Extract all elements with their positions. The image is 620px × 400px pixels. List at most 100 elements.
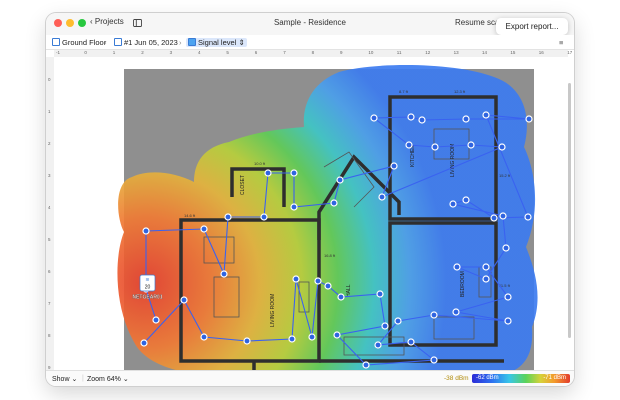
- scan-point[interactable]: [467, 141, 475, 149]
- ruler-tick-label: -1: [56, 50, 61, 55]
- scan-point[interactable]: [462, 115, 470, 123]
- scan-icon: [114, 38, 122, 46]
- ruler-tick-label: 7: [283, 50, 286, 55]
- scan-point[interactable]: [431, 143, 439, 151]
- scan-point[interactable]: [243, 337, 251, 345]
- ruler-tick-label: 3: [169, 50, 173, 55]
- scan-point[interactable]: [260, 213, 268, 221]
- ruler-tick-label: 11: [396, 50, 402, 55]
- show-menu-button[interactable]: Show ⌄: [52, 375, 77, 383]
- scan-point[interactable]: [374, 341, 382, 349]
- breadcrumb-floor[interactable]: Ground Floor: [52, 38, 106, 47]
- scan-point[interactable]: [381, 322, 389, 330]
- scan-point[interactable]: [324, 282, 332, 290]
- ruler-tick-label: 0: [84, 50, 87, 55]
- scan-point[interactable]: [152, 316, 160, 324]
- scan-point[interactable]: [333, 331, 341, 339]
- ruler-tick-label: 14: [482, 50, 488, 55]
- breadcrumb: Ground Floor › #1 Jun 05, 2023 › Signal …: [46, 35, 574, 50]
- visualization-select[interactable]: Signal level ⇕: [186, 38, 247, 47]
- scan-point[interactable]: [362, 361, 370, 369]
- scan-point[interactable]: [407, 113, 415, 121]
- scan-point[interactable]: [482, 263, 490, 271]
- scan-point[interactable]: [502, 244, 510, 252]
- scan-point[interactable]: [330, 199, 338, 207]
- access-point-label: NETGEAR01: [132, 295, 162, 301]
- ruler-tick-label: 2: [141, 50, 144, 55]
- ruler-tick-label: 12: [425, 50, 431, 55]
- scan-point[interactable]: [200, 333, 208, 341]
- floor-plan-canvas[interactable]: LIVING ROOM LIVING ROOM BEDROOM HALL CLO…: [54, 57, 568, 383]
- scan-point[interactable]: [292, 275, 300, 283]
- ruler-tick-label: 6: [48, 269, 51, 274]
- scan-point[interactable]: [200, 225, 208, 233]
- scan-point[interactable]: [504, 293, 512, 301]
- ruler-tick-label: 15: [510, 50, 516, 55]
- ruler-tick-label: 6: [254, 50, 258, 55]
- scan-point[interactable]: [337, 293, 345, 301]
- scan-point[interactable]: [314, 277, 322, 285]
- bottom-toolbar: Show ⌄ | Zoom 64% ⌄ -38 dBm -62 dBm -71 …: [46, 370, 574, 386]
- scan-point[interactable]: [462, 196, 470, 204]
- ruler-tick-label: 3: [48, 173, 51, 178]
- scan-point[interactable]: [376, 290, 384, 298]
- scan-point[interactable]: [407, 338, 415, 346]
- ruler-tick-label: 13: [453, 50, 459, 55]
- scan-point[interactable]: [290, 169, 298, 177]
- scan-point[interactable]: [290, 203, 298, 211]
- scan-point[interactable]: [499, 212, 507, 220]
- scan-point[interactable]: [482, 275, 490, 283]
- room-label: CLOSET: [240, 175, 246, 195]
- scan-point[interactable]: [264, 169, 272, 177]
- access-point-channel: 20: [145, 285, 151, 291]
- scan-point[interactable]: [220, 270, 228, 278]
- scan-point[interactable]: [140, 339, 148, 347]
- ruler-tick-label: 7: [48, 301, 51, 306]
- scan-point[interactable]: [370, 114, 378, 122]
- scan-point[interactable]: [430, 311, 438, 319]
- room-label: HALL: [346, 284, 352, 297]
- scan-point[interactable]: [418, 116, 426, 124]
- scan-point[interactable]: [378, 193, 386, 201]
- ruler-tick-label: 1: [48, 109, 51, 114]
- room-label: LIVING ROOM: [270, 294, 276, 327]
- scan-point[interactable]: [490, 214, 498, 222]
- scan-point[interactable]: [180, 296, 188, 304]
- dimension-label: 16.8 ft: [324, 253, 336, 258]
- scan-point[interactable]: [453, 263, 461, 271]
- legend-low-label: -38 dBm: [444, 375, 469, 382]
- ruler-tick-label: 1: [112, 50, 116, 55]
- scan-point[interactable]: [504, 317, 512, 325]
- scan-point[interactable]: [524, 213, 532, 221]
- scan-point[interactable]: [498, 143, 506, 151]
- scan-point[interactable]: [449, 200, 457, 208]
- breadcrumb-scan[interactable]: #1 Jun 05, 2023: [114, 38, 178, 47]
- scan-point[interactable]: [390, 162, 398, 170]
- app-window: ‹ Projects Sample - Residence Resume sca…: [46, 13, 574, 386]
- room-label: BEDROOM: [460, 271, 466, 297]
- scan-point[interactable]: [394, 317, 402, 325]
- ruler-tick-label: 8: [311, 50, 315, 55]
- scan-point[interactable]: [452, 308, 460, 316]
- dimension-label: 14.6 ft: [184, 213, 196, 218]
- chevron-right-icon: ›: [179, 38, 182, 47]
- chevron-down-icon: ⌄: [122, 376, 129, 383]
- scan-point[interactable]: [430, 356, 438, 364]
- ruler-tick-label: 0: [48, 77, 51, 82]
- settings-sliders-icon[interactable]: ≡: [559, 38, 563, 47]
- zoom-menu-button[interactable]: Zoom 64% ⌄: [87, 375, 129, 383]
- scan-point[interactable]: [308, 333, 316, 341]
- scan-point[interactable]: [142, 227, 150, 235]
- vertical-scrollbar[interactable]: [568, 83, 571, 338]
- ruler-tick-label: 5: [48, 237, 51, 242]
- scan-point[interactable]: [288, 335, 296, 343]
- scan-point[interactable]: [224, 213, 232, 221]
- scan-point[interactable]: [525, 115, 533, 123]
- scan-point[interactable]: [482, 111, 490, 119]
- scan-point[interactable]: [336, 176, 344, 184]
- ruler-tick-label: 8: [48, 333, 51, 338]
- dimension-label: 8.7 ft: [399, 89, 409, 94]
- export-report-button[interactable]: Export report...: [496, 18, 568, 35]
- floor-plan-icon: [52, 38, 60, 46]
- scan-point[interactable]: [405, 141, 413, 149]
